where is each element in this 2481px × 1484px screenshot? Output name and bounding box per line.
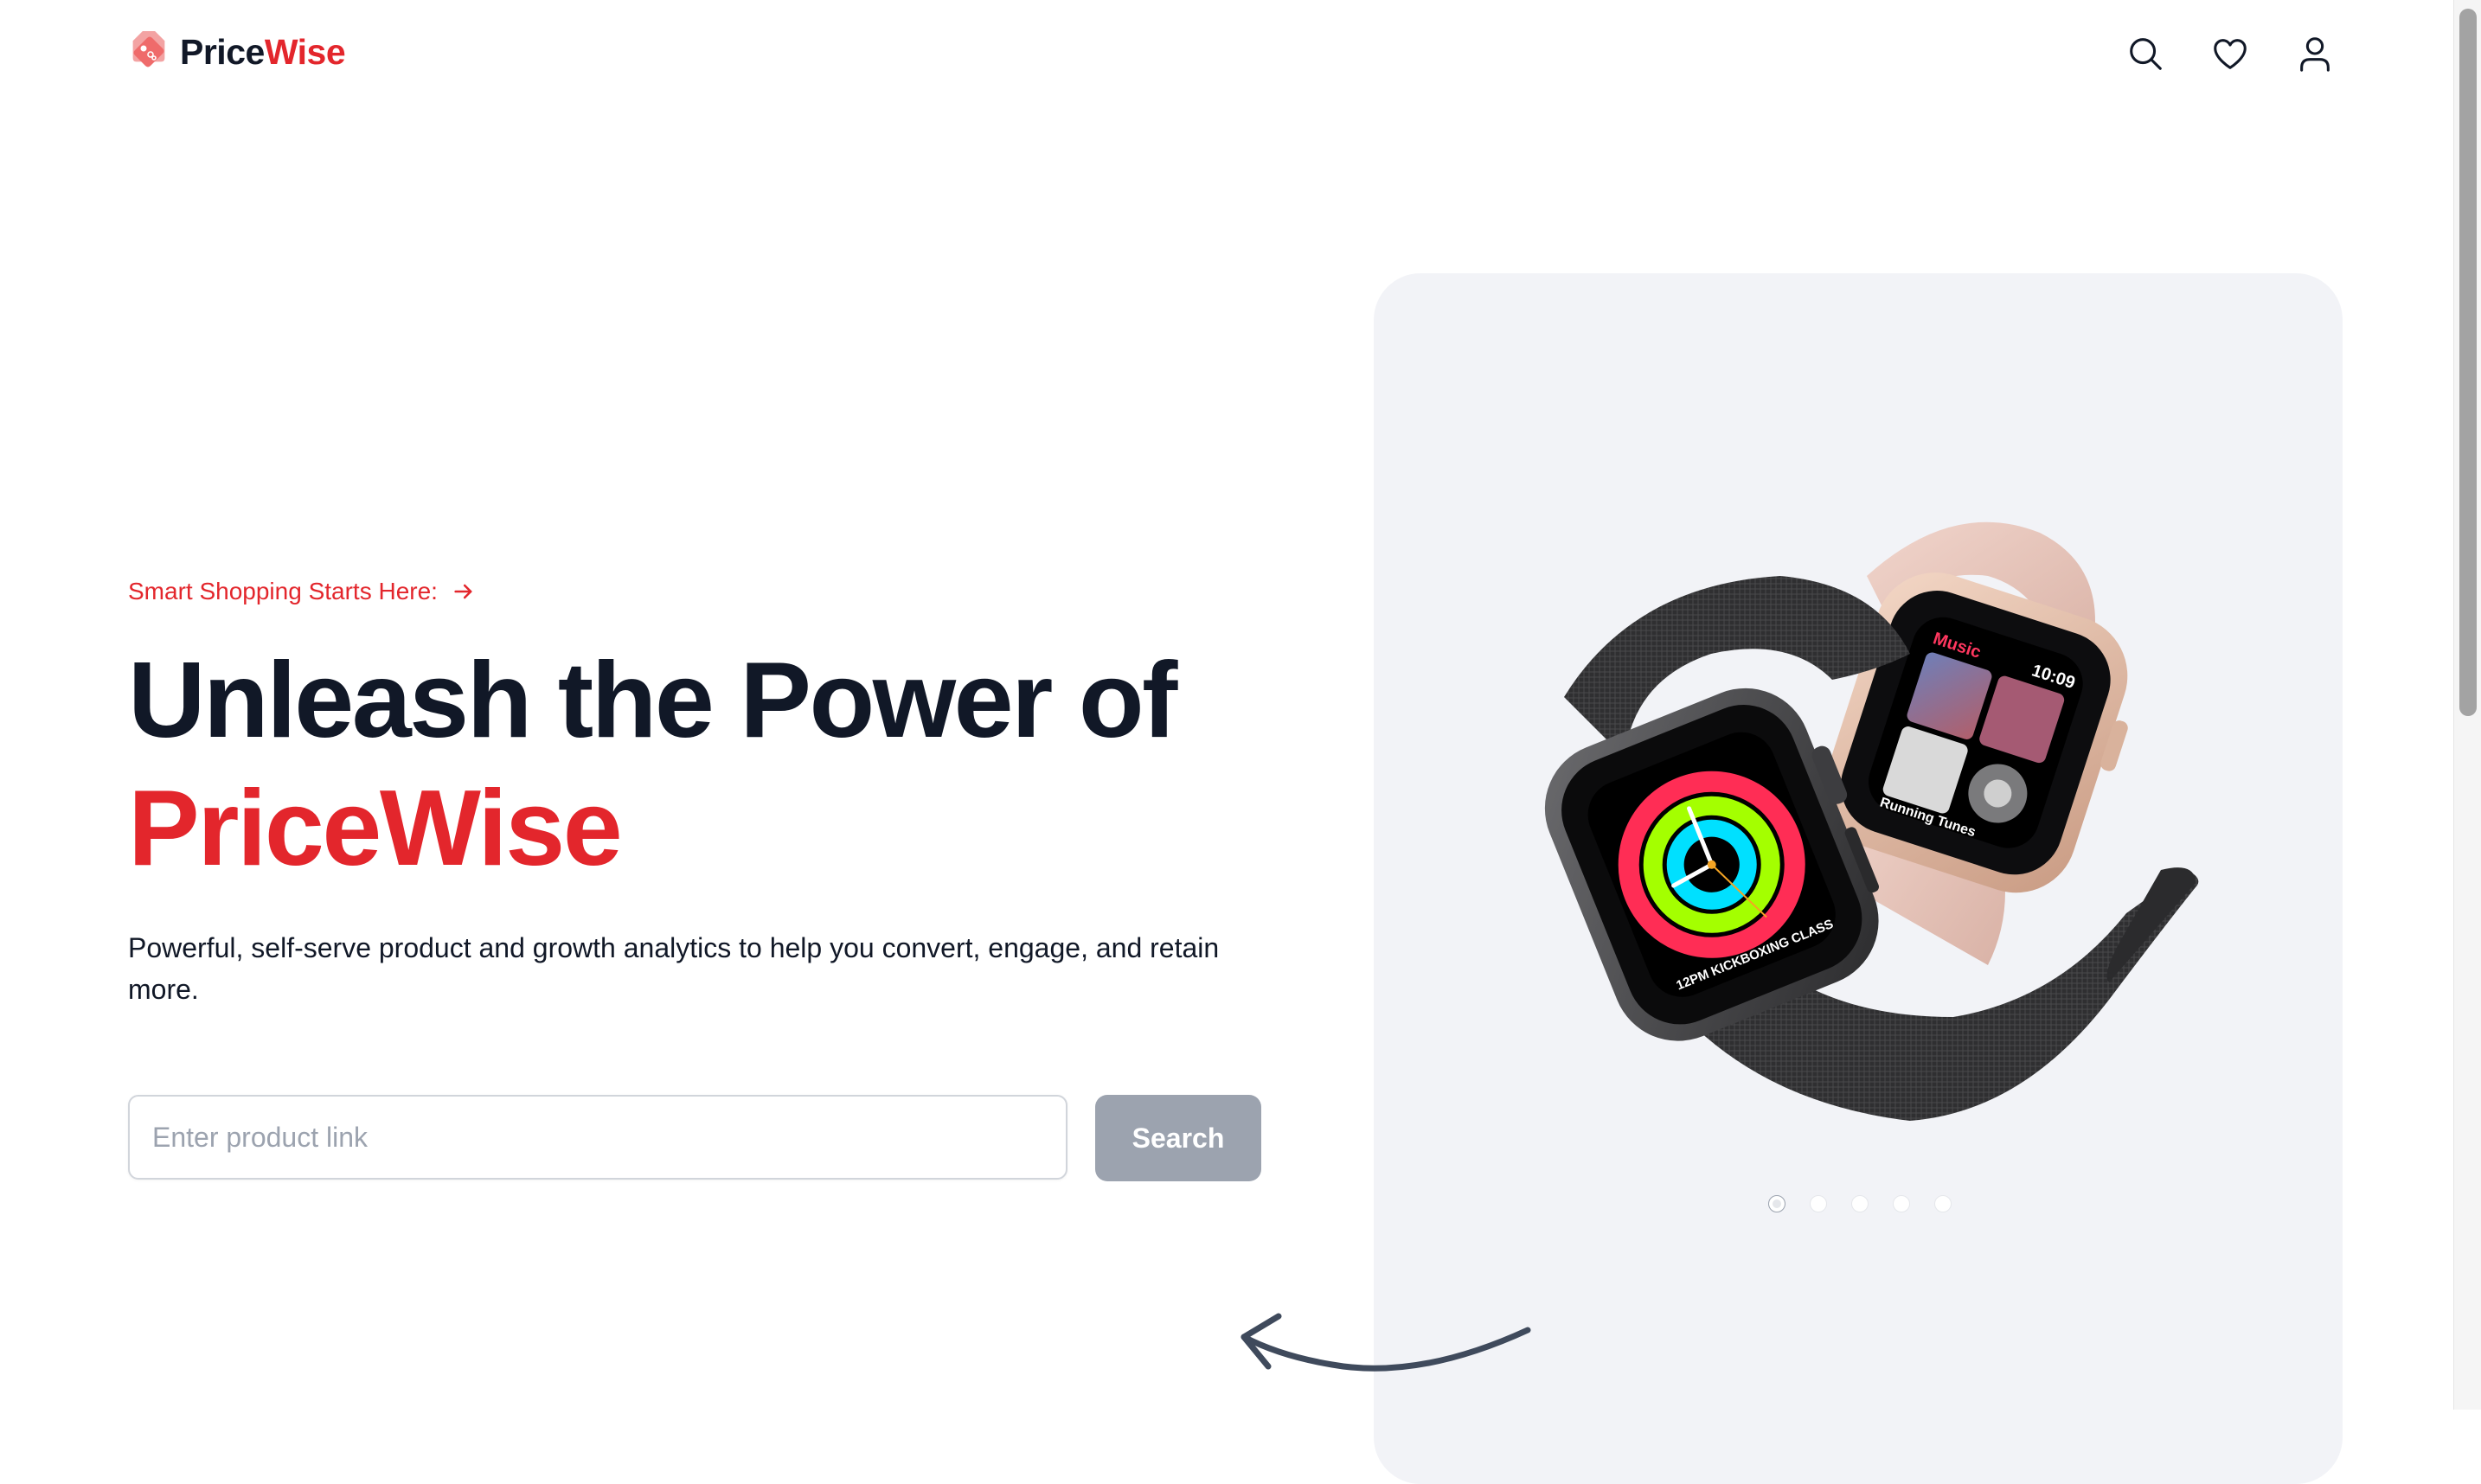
scrollbar-thumb[interactable] <box>2459 9 2477 716</box>
navbar: PriceWise <box>0 0 2453 107</box>
nav-icon-group <box>2125 31 2336 76</box>
hero-headline: Unleash the Power of PriceWise <box>128 636 1177 892</box>
hero-tagline: Smart Shopping Starts Here: <box>128 578 476 605</box>
carousel-dot-3[interactable] <box>1851 1195 1869 1212</box>
carousel-dot-1[interactable] <box>1768 1195 1785 1212</box>
smartwatch-product-image: Music 10:09 Running Tunes 12PM KICKBOXIN… <box>1544 521 2199 1121</box>
product-search-form: Search <box>128 1095 1261 1181</box>
search-button[interactable]: Search <box>1095 1095 1261 1181</box>
account-nav-button[interactable] <box>2294 31 2336 76</box>
curved-arrow-icon <box>1240 1313 1531 1372</box>
hero-carousel-panel: Music 10:09 Running Tunes 12PM KICKBOXIN… <box>1374 273 2343 1484</box>
hero-subtitle: Powerful, self-serve product and growth … <box>128 932 1220 1005</box>
carousel-dot-2[interactable] <box>1810 1195 1827 1212</box>
arrow-right-icon <box>454 584 472 599</box>
logo-text-part2: Wise <box>264 31 346 72</box>
price-tag-icon <box>132 31 165 67</box>
headline-brand: PriceWise <box>128 769 623 888</box>
search-nav-button[interactable] <box>2125 31 2166 76</box>
wishlist-nav-button[interactable] <box>2209 31 2251 76</box>
tagline-text: Smart Shopping Starts Here: <box>128 578 438 604</box>
user-icon <box>2300 37 2330 72</box>
logo-text-part1: Price <box>180 31 265 72</box>
page-scrollbar[interactable] <box>2453 0 2481 1410</box>
headline-text: Unleash the Power of <box>128 641 1177 760</box>
logo-link[interactable]: PriceWise <box>128 31 346 73</box>
search-icon <box>2130 38 2162 70</box>
carousel-dot-5[interactable] <box>1934 1195 1952 1212</box>
carousel-dot-4[interactable] <box>1893 1195 1910 1212</box>
product-link-input[interactable] <box>128 1095 1067 1180</box>
carousel-indicators <box>1768 1195 1952 1212</box>
logo-text: PriceWise <box>180 31 346 73</box>
heart-icon <box>2214 39 2247 69</box>
